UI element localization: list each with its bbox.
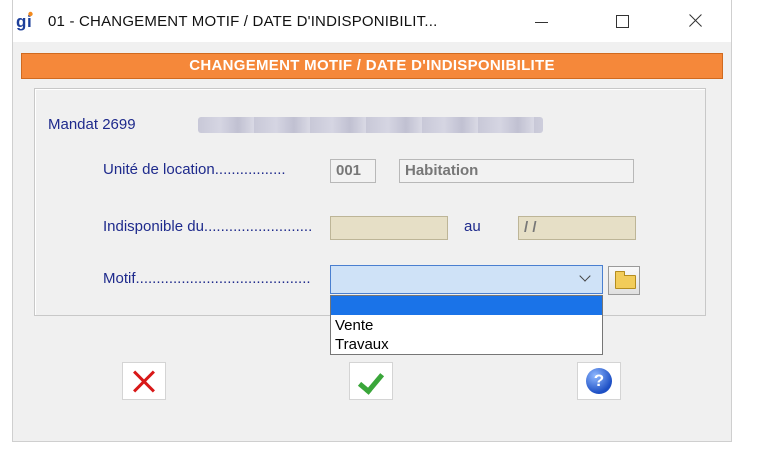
chevron-down-icon[interactable] xyxy=(579,270,591,282)
gi-logo-icon: g i xyxy=(16,11,33,31)
window-title: 01 - CHANGEMENT MOTIF / DATE D'INDISPONI… xyxy=(48,13,438,30)
dropdown-option-travaux[interactable]: Travaux xyxy=(335,336,389,353)
maximize-button[interactable] xyxy=(605,8,641,34)
question-circle-icon: ? xyxy=(586,368,612,394)
cancel-button[interactable] xyxy=(122,362,166,400)
form-header-banner: CHANGEMENT MOTIF / DATE D'INDISPONIBILIT… xyxy=(21,53,723,79)
au-label: au xyxy=(464,218,481,235)
date-from-field[interactable] xyxy=(330,216,448,240)
mandat-name-redacted xyxy=(198,117,543,133)
date-to-field[interactable]: / / xyxy=(518,216,636,240)
motif-select[interactable] xyxy=(330,265,603,294)
mandat-label: Mandat 2699 xyxy=(48,116,136,133)
dropdown-option-empty[interactable] xyxy=(331,296,602,315)
title-bar[interactable]: g i 01 - CHANGEMENT MOTIF / DATE D'INDIS… xyxy=(13,0,731,42)
dialog-window: g i 01 - CHANGEMENT MOTIF / DATE D'INDIS… xyxy=(12,0,732,442)
unite-location-label: Unité de location................. xyxy=(103,161,286,178)
minimize-button[interactable] xyxy=(523,8,559,34)
svg-text:g: g xyxy=(16,12,26,31)
motif-dropdown-list: Vente Travaux xyxy=(330,295,603,355)
unite-type-field[interactable]: Habitation xyxy=(399,159,634,183)
folder-icon xyxy=(615,271,636,289)
indisponible-label: Indisponible du.........................… xyxy=(103,218,313,235)
unite-code-field[interactable]: 001 xyxy=(330,159,376,183)
help-button[interactable]: ? xyxy=(577,362,621,400)
close-button[interactable] xyxy=(677,8,713,34)
browse-button[interactable] xyxy=(608,266,640,295)
motif-label: Motif...................................… xyxy=(103,270,311,287)
green-check-icon xyxy=(357,367,385,395)
confirm-button[interactable] xyxy=(349,362,393,400)
dropdown-option-vente[interactable]: Vente xyxy=(335,317,373,334)
